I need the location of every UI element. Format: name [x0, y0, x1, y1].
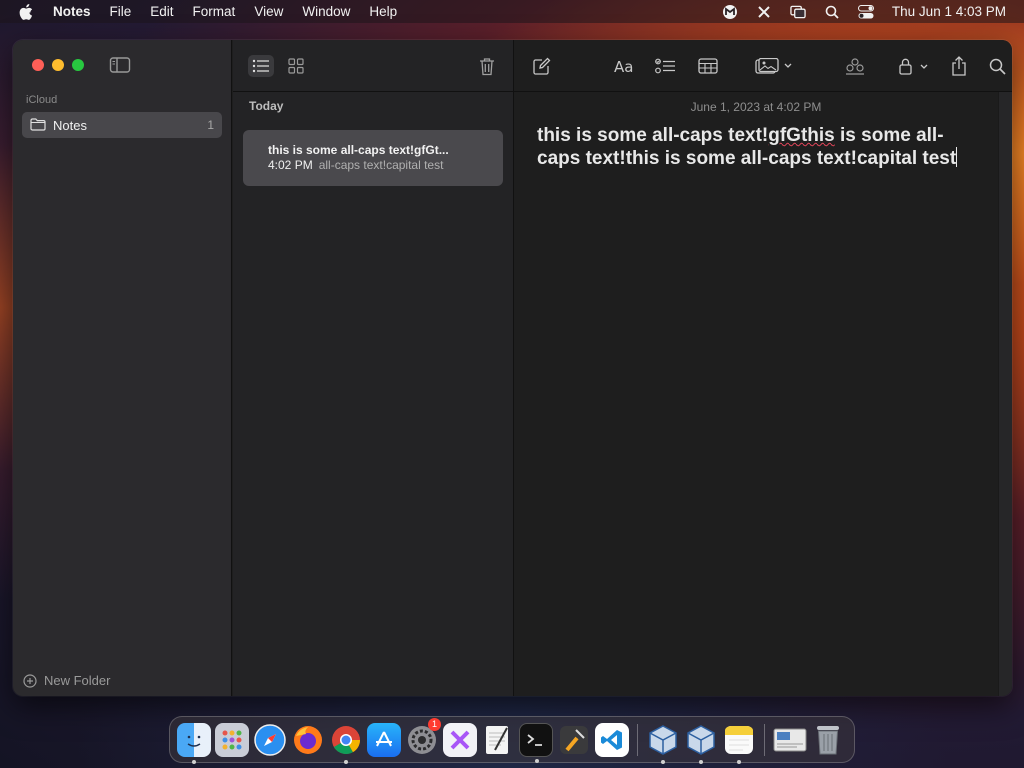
- note-meta: 4:02 PM all-caps text!capital test: [268, 158, 503, 172]
- compose-icon[interactable]: [532, 55, 552, 77]
- text-caret: [956, 147, 958, 167]
- folder-count: 1: [207, 118, 214, 132]
- close-window-button[interactable]: [32, 59, 44, 71]
- notes-icon[interactable]: [722, 723, 756, 764]
- running-indicator: [699, 759, 703, 764]
- menu-help[interactable]: Help: [369, 4, 397, 19]
- notes-list-pane: Today this is some all-caps text!gfGt...…: [233, 40, 514, 696]
- spotlight-search-icon[interactable]: [824, 4, 840, 20]
- screen-mirroring-icon[interactable]: [790, 4, 806, 20]
- note-editor-pane: Aa June 1, 2023 at 4:02 PM this is some …: [514, 40, 1012, 696]
- menu-app-name[interactable]: Notes: [53, 4, 91, 19]
- delete-note-button[interactable]: [477, 54, 497, 78]
- xcode-icon[interactable]: [443, 722, 477, 757]
- lock-icon[interactable]: [897, 55, 931, 77]
- list-toolbar: [233, 40, 514, 92]
- tools-icon[interactable]: [756, 4, 772, 20]
- folder-icon: [30, 118, 46, 132]
- apple-menu-icon[interactable]: [19, 3, 35, 20]
- menu-view[interactable]: View: [254, 4, 283, 19]
- day-group-header: Today: [249, 99, 284, 113]
- dock-separator: [637, 723, 638, 756]
- textedit-icon[interactable]: [481, 723, 515, 757]
- running-indicator: [344, 759, 348, 764]
- menu-window[interactable]: Window: [302, 4, 350, 19]
- note-body-editor[interactable]: this is some all-caps text!gfGthis is so…: [537, 124, 977, 170]
- system-settings-icon[interactable]: 1: [405, 717, 441, 757]
- svg-text:Aa: Aa: [614, 58, 633, 74]
- list-view-button[interactable]: [248, 55, 274, 77]
- menu-edit[interactable]: Edit: [150, 4, 173, 19]
- sidebar-item-notes[interactable]: Notes 1: [22, 112, 222, 138]
- menu-file[interactable]: File: [110, 4, 132, 19]
- safari-icon[interactable]: [253, 723, 287, 757]
- misspelled-word: gfGthis: [768, 125, 835, 146]
- running-indicator: [661, 759, 665, 764]
- vscode-icon[interactable]: [595, 722, 629, 757]
- trash-icon[interactable]: [811, 723, 845, 757]
- note-time: 4:02 PM: [268, 158, 313, 172]
- firefox-icon[interactable]: [291, 723, 325, 757]
- editor-toolbar: Aa: [514, 40, 1012, 92]
- zoom-window-button[interactable]: [72, 59, 84, 71]
- sidebar-toggle-icon[interactable]: [109, 56, 131, 74]
- icloud-section-label: iCloud: [26, 94, 58, 106]
- collaborate-icon[interactable]: [844, 55, 866, 77]
- note-body-text: this is some all-caps text!: [537, 125, 769, 146]
- search-icon[interactable]: [987, 55, 1007, 77]
- running-indicator: [192, 759, 196, 764]
- note-list-item[interactable]: this is some all-caps text!gfGt... 4:02 …: [243, 130, 503, 186]
- checklist-icon[interactable]: [654, 55, 676, 77]
- grid-icon: [288, 58, 304, 74]
- chrome-icon[interactable]: [329, 723, 363, 764]
- folders-sidebar: iCloud Notes 1 New Folder: [13, 40, 232, 696]
- folder-label: Notes: [53, 117, 87, 133]
- media-icon[interactable]: [754, 55, 794, 77]
- menu-bar: Notes File Edit Format View Window Help …: [0, 0, 1024, 23]
- virtualbox-icon[interactable]: [646, 723, 680, 764]
- malwarebytes-icon[interactable]: [722, 4, 738, 20]
- menubar-clock[interactable]: Thu Jun 1 4:03 PM: [892, 4, 1006, 19]
- dock: 1: [169, 716, 855, 764]
- note-title: this is some all-caps text!gfGt...: [268, 143, 449, 157]
- terminal-icon[interactable]: [519, 722, 553, 763]
- finder-icon[interactable]: [177, 722, 211, 764]
- share-icon[interactable]: [949, 55, 969, 77]
- dock-separator: [764, 723, 765, 756]
- note-preview: all-caps text!capital test: [318, 158, 444, 172]
- trash-icon: [480, 57, 494, 75]
- table-icon[interactable]: [697, 55, 719, 77]
- running-indicator: [535, 758, 539, 763]
- new-folder-label: New Folder: [44, 673, 111, 688]
- text-format-icon[interactable]: Aa: [613, 55, 637, 77]
- preview-icon[interactable]: [773, 723, 807, 757]
- window-controls: [32, 59, 92, 71]
- gallery-view-button[interactable]: [285, 55, 307, 77]
- note-date: June 1, 2023 at 4:02 PM: [690, 100, 822, 114]
- list-view-icon: [252, 59, 269, 73]
- control-center-icon[interactable]: [857, 4, 874, 20]
- notes-window: iCloud Notes 1 New Folder Today this is …: [13, 40, 1012, 696]
- minimize-window-button[interactable]: [52, 59, 64, 71]
- add-circle-icon: [23, 673, 37, 688]
- virtualbox-icon[interactable]: [684, 723, 718, 764]
- notification-badge: 1: [428, 717, 441, 731]
- menu-format[interactable]: Format: [193, 4, 236, 19]
- running-indicator: [737, 759, 741, 764]
- new-folder-button[interactable]: New Folder: [23, 673, 110, 688]
- launchpad-icon[interactable]: [215, 722, 249, 757]
- editor-scrollbar[interactable]: [998, 92, 1012, 696]
- app-store-icon[interactable]: [367, 722, 401, 757]
- instruments-icon[interactable]: [557, 723, 591, 757]
